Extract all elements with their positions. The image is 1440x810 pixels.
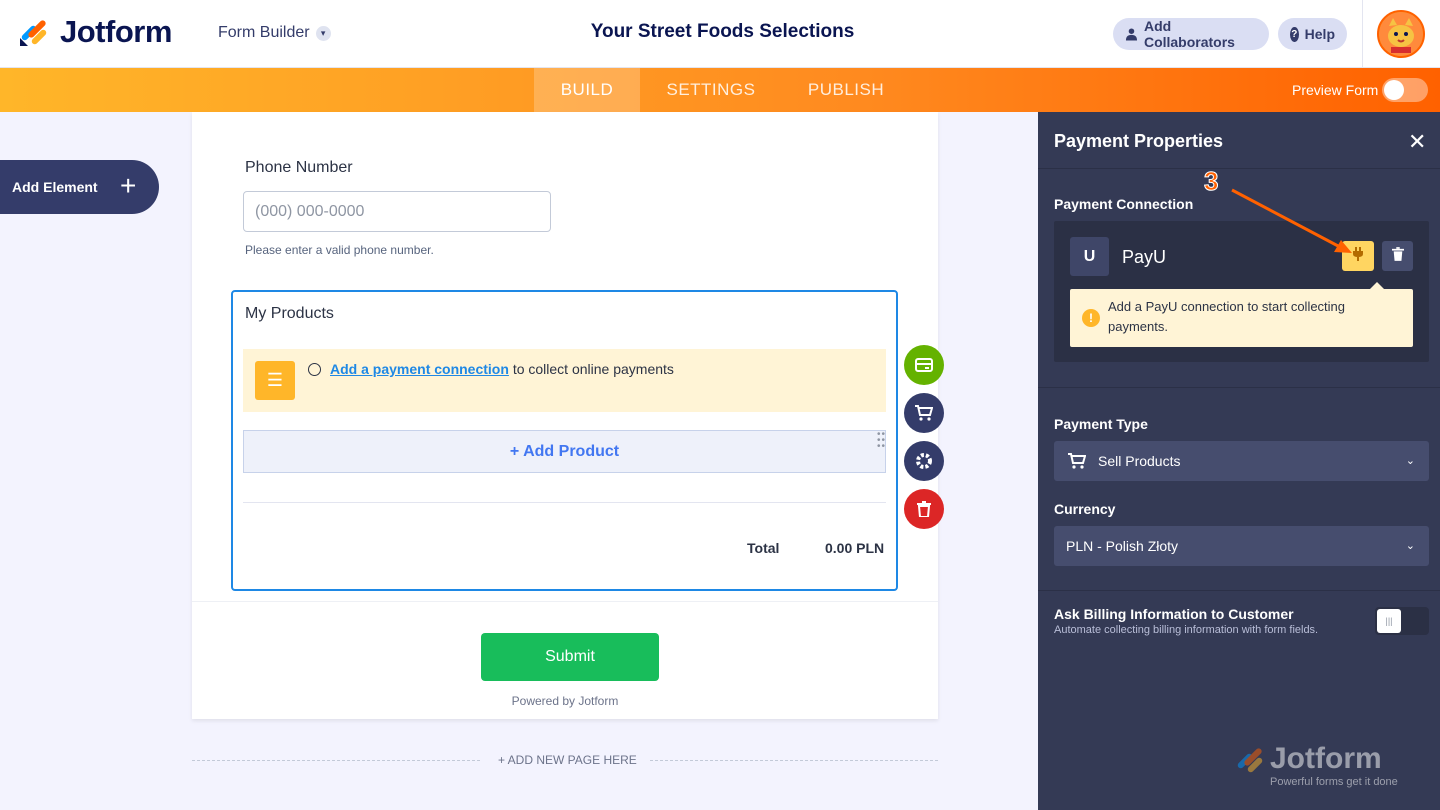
submit-area: Submit Powered by Jotform (192, 601, 938, 719)
step-annotation-number: 3 (1203, 166, 1219, 197)
product-settings-button[interactable] (904, 393, 944, 433)
plug-icon (1353, 247, 1363, 261)
field-properties-button[interactable] (904, 441, 944, 481)
currency-label: Currency (1054, 501, 1116, 517)
payu-logo-icon: U (1070, 237, 1109, 276)
warning-icon: ! (1082, 309, 1100, 327)
connect-button[interactable] (1342, 241, 1374, 271)
help-button[interactable]: ? Help (1278, 18, 1347, 50)
trash-icon (1391, 247, 1404, 261)
tab-publish[interactable]: PUBLISH (796, 68, 896, 112)
builder-nav: BUILD SETTINGS PUBLISH Preview Form (0, 68, 1440, 112)
billing-info-title: Ask Billing Information to Customer (1054, 606, 1294, 622)
section-divider (1038, 387, 1440, 388)
product-list-icon: ☰ (255, 361, 295, 400)
total-label: Total (747, 540, 780, 556)
close-icon[interactable]: ✕ (1408, 129, 1426, 155)
billing-info-subtitle: Automate collecting billing information … (1054, 624, 1319, 636)
tab-settings[interactable]: SETTINGS (654, 68, 768, 112)
powered-by[interactable]: Powered by Jotform (192, 694, 938, 708)
trash-icon (917, 501, 931, 517)
total-value: 0.00 PLN (825, 540, 885, 556)
avatar[interactable] (1377, 10, 1425, 58)
top-bar: Jotform Form Builder ▾ Your Street Foods… (0, 0, 1440, 68)
payment-type-label: Payment Type (1054, 416, 1148, 432)
drag-handle-icon[interactable]: •• •• •• (877, 430, 886, 452)
payment-connection-box: U PayU ! Add a PayU connection to start … (1054, 221, 1429, 362)
add-new-page-label[interactable]: + ADD NEW PAGE HERE (498, 753, 637, 767)
products-title[interactable]: My Products (245, 305, 334, 323)
form-canvas: Phone Number (000) 000-0000 Please enter… (192, 112, 938, 719)
dashed-line-right (650, 760, 938, 761)
add-product-button[interactable]: + Add Product (243, 430, 886, 473)
toggle-knob: ||| (1377, 609, 1401, 633)
preview-form-toggle[interactable] (1382, 78, 1428, 102)
preview-form-label: Preview Form (1292, 82, 1379, 98)
phone-number-hint: Please enter a valid phone number. (245, 243, 434, 257)
user-icon (1125, 28, 1138, 41)
panel-header-divider (1038, 168, 1440, 169)
watermark-tagline: Powerful forms get it done (1270, 776, 1398, 788)
products-separator (243, 502, 886, 503)
help-icon: ? (1290, 26, 1299, 42)
avatar-cat-icon (1379, 12, 1423, 56)
billing-info-toggle[interactable]: ||| (1375, 607, 1429, 635)
phone-number-label[interactable]: Phone Number (245, 159, 353, 177)
payment-connection-label: Payment Connection (1054, 196, 1194, 212)
notice-text: Add a payment connection to collect onli… (330, 361, 674, 377)
products-field[interactable]: My Products ☰ Add a payment connection t… (231, 290, 898, 591)
panel-title: Payment Properties (1054, 131, 1224, 151)
tab-build[interactable]: BUILD (534, 68, 640, 112)
payment-notice: ☰ Add a payment connection to collect on… (243, 349, 886, 412)
payment-properties-panel: Payment Properties ✕ Payment Connection … (1038, 112, 1440, 810)
add-element-label: Add Element (12, 179, 98, 195)
phone-number-input[interactable]: (000) 000-0000 (243, 191, 551, 232)
jotform-logo-icon (1237, 748, 1263, 773)
toggle-knob (1384, 80, 1404, 100)
add-collaborators-button[interactable]: Add Collaborators (1113, 18, 1269, 50)
notice-rest: to collect online payments (512, 361, 674, 377)
submit-button[interactable]: Submit (481, 633, 659, 681)
add-new-page[interactable]: + ADD NEW PAGE HERE (192, 753, 938, 769)
radio-icon (308, 363, 321, 376)
gateway-name: PayU (1122, 247, 1167, 267)
cart-icon (1068, 453, 1086, 469)
dashed-line-left (192, 760, 480, 761)
section-divider (1038, 590, 1440, 591)
header-divider (1362, 0, 1363, 68)
plus-icon: + (120, 170, 137, 201)
payment-settings-button[interactable] (904, 345, 944, 385)
delete-field-button[interactable] (904, 489, 944, 529)
warning-text: Add a PayU connection to start collectin… (1108, 299, 1346, 334)
connection-warning: ! Add a PayU connection to start collect… (1070, 282, 1413, 347)
cart-icon (915, 405, 933, 421)
chevron-down-icon: ⌄ (1405, 540, 1415, 552)
add-collaborators-label: Add Collaborators (1143, 18, 1235, 50)
credit-card-icon (915, 358, 933, 372)
currency-value: PLN - Polish Złoty (1066, 538, 1179, 554)
payment-type-value: Sell Products (1098, 453, 1181, 469)
payment-type-dropdown[interactable]: Sell Products ⌄ (1054, 441, 1429, 481)
gear-icon (916, 453, 932, 469)
help-label: Help (1304, 26, 1335, 42)
add-element-button[interactable]: Add Element + (0, 160, 159, 214)
chevron-down-icon: ⌄ (1405, 455, 1415, 467)
currency-dropdown[interactable]: PLN - Polish Złoty ⌄ (1054, 526, 1429, 566)
watermark-brand: Jotform (1270, 742, 1382, 775)
remove-gateway-button[interactable] (1382, 241, 1413, 271)
add-payment-connection-link[interactable]: Add a payment connection (330, 361, 509, 377)
